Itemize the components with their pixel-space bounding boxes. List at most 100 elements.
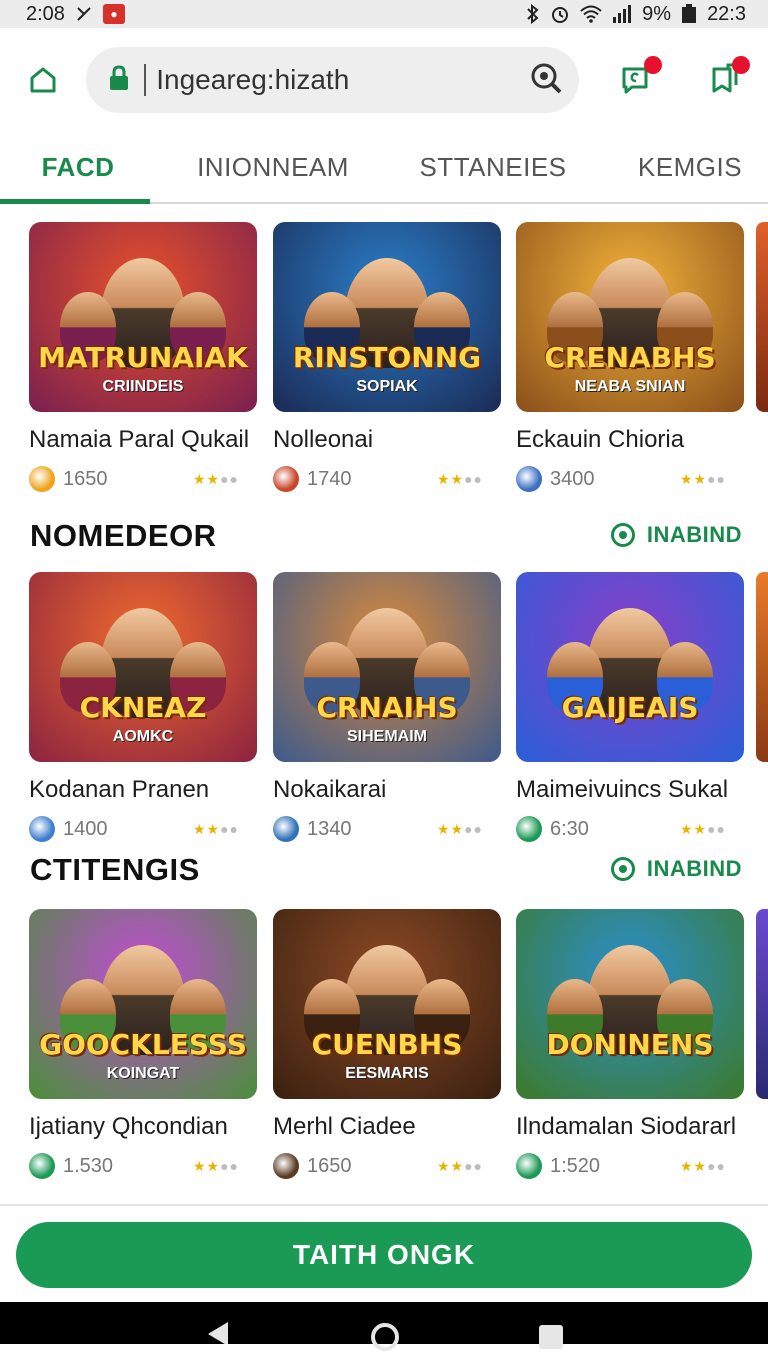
game-logo-subtext: SIHEMAIM bbox=[347, 728, 427, 745]
back-icon[interactable] bbox=[204, 1320, 230, 1349]
game-thumbnail[interactable]: GAIJEAIS bbox=[516, 572, 744, 762]
game-logo-subtext: CRIINDEIS bbox=[102, 378, 184, 395]
play-count: 1340 bbox=[307, 817, 352, 840]
game-meta: 1650 ★★●● bbox=[29, 466, 257, 492]
wifi-icon bbox=[580, 5, 602, 23]
game-title: Namaia Paral Qukail bbox=[29, 426, 250, 453]
game-meta: 1340 ★★●● bbox=[273, 816, 501, 842]
game-title: Kodanan Pranen bbox=[29, 776, 210, 803]
section-title: CTITENGIS bbox=[30, 852, 200, 887]
target-icon bbox=[610, 857, 635, 881]
game-logo-text: CKNEAZ bbox=[79, 691, 207, 724]
primary-cta-button[interactable]: TAITH ONGK bbox=[16, 1222, 752, 1288]
bookmark-button[interactable] bbox=[704, 56, 750, 102]
game-title: Ilndamalan Siodararl bbox=[516, 1113, 737, 1140]
game-card[interactable]: CRNAIHS SIHEMAIM Nokaikarai 1340 ★★●● bbox=[273, 572, 501, 842]
game-card[interactable]: RINSTONNG SOPIAK Nolleonai 1740 ★★●● bbox=[273, 222, 501, 492]
tab-kemgis[interactable]: KEMGIS bbox=[620, 132, 760, 202]
game-thumbnail[interactable]: GOOCKLESSS KOINGAT bbox=[29, 909, 257, 1099]
game-title: Nokaikarai bbox=[273, 776, 387, 803]
section-title: NOMEDEOR bbox=[30, 518, 217, 553]
game-card[interactable]: CRENABHS NEABA SNIAN Eckauin Chioria 3400 ★★… bbox=[516, 222, 744, 492]
play-count: 1.530 bbox=[63, 1154, 114, 1177]
battery-percent: 9% bbox=[642, 2, 672, 25]
recents-icon[interactable] bbox=[538, 1324, 564, 1355]
rating-stars-icon: ★★●● bbox=[679, 470, 726, 487]
bluetooth-icon bbox=[526, 4, 540, 24]
publisher-icon bbox=[29, 466, 55, 492]
rating-stars-icon: ★★●● bbox=[679, 1157, 726, 1174]
url-bar[interactable]: Ingeareg:hizath bbox=[86, 47, 580, 113]
app-notification-icon: ● bbox=[102, 4, 125, 24]
game-logo-subtext: EESMARIS bbox=[345, 1065, 429, 1082]
game-title: Merhl Ciadee bbox=[273, 1113, 416, 1140]
game-thumbnail[interactable]: DONINENS bbox=[516, 909, 744, 1099]
rating-stars-icon: ★★●● bbox=[192, 820, 239, 837]
signal-off-icon bbox=[75, 5, 93, 23]
play-count: 1650 bbox=[63, 467, 108, 490]
publisher-icon bbox=[516, 466, 542, 492]
game-title: Eckauin Chioria bbox=[516, 426, 685, 453]
game-logo-text: DONINENS bbox=[546, 1028, 714, 1061]
section-header: NOMEDEOR INABIND bbox=[0, 518, 768, 558]
game-meta: 1.530 ★★●● bbox=[29, 1153, 257, 1179]
home-nav-icon[interactable] bbox=[370, 1322, 400, 1357]
bookmark-dot bbox=[731, 56, 750, 74]
game-title: Maimeivuincs Sukal bbox=[516, 776, 729, 803]
rating-stars-icon: ★★●● bbox=[436, 820, 483, 837]
game-card[interactable]: CUENBHS EESMARIS Merhl Ciadee 1650 ★★●● bbox=[273, 909, 501, 1179]
publisher-icon bbox=[273, 816, 299, 842]
top-bar: Ingeareg:hizath bbox=[0, 28, 768, 132]
game-card[interactable]: GOOCKLESSS KOINGAT Ijatiany Qhcondian 1.530… bbox=[29, 909, 257, 1179]
status-time: 2:08 bbox=[26, 2, 65, 25]
next-card-peek[interactable] bbox=[756, 572, 768, 762]
game-thumbnail[interactable]: CRENABHS NEABA SNIAN bbox=[516, 222, 744, 412]
game-meta: 1650 ★★●● bbox=[273, 1153, 501, 1179]
section-see-all-link[interactable]: INABIND bbox=[610, 856, 742, 882]
lock-icon bbox=[108, 64, 130, 96]
game-logo-subtext: AOMKC bbox=[112, 728, 174, 745]
game-card[interactable]: GAIJEAIS Maimeivuincs Sukal 6:30 ★★●● bbox=[516, 572, 744, 842]
game-card[interactable]: CKNEAZ AOMKC Kodanan Pranen 1400 ★★●● bbox=[29, 572, 257, 842]
rating-stars-icon: ★★●● bbox=[436, 1157, 483, 1174]
publisher-icon bbox=[516, 1153, 542, 1179]
rating-stars-icon: ★★●● bbox=[436, 470, 483, 487]
notification-button[interactable] bbox=[615, 56, 662, 102]
game-thumbnail[interactable]: CUENBHS EESMARIS bbox=[273, 909, 501, 1099]
game-thumbnail[interactable]: MATRUNAIAK CRIINDEIS bbox=[29, 222, 257, 412]
game-logo-subtext: KOINGAT bbox=[106, 1065, 180, 1082]
alarm-icon bbox=[550, 4, 570, 24]
game-thumbnail[interactable]: CRNAIHS SIHEMAIM bbox=[273, 572, 501, 762]
status-bar: 2:08 ● 9% 22:3 bbox=[0, 0, 768, 28]
game-card[interactable]: MATRUNAIAK CRIINDEIS Namaia Paral Qukail 16… bbox=[29, 222, 257, 492]
game-title: Nolleonai bbox=[273, 426, 374, 453]
game-thumbnail[interactable]: RINSTONNG SOPIAK bbox=[273, 222, 501, 412]
divider bbox=[0, 1204, 768, 1206]
battery-icon bbox=[681, 4, 697, 24]
system-nav-bar bbox=[0, 1302, 768, 1351]
section-see-all-link[interactable]: INABIND bbox=[610, 522, 742, 548]
game-meta: 1400 ★★●● bbox=[29, 816, 257, 842]
play-count: 1:520 bbox=[550, 1154, 601, 1177]
play-count: 3400 bbox=[550, 467, 595, 490]
search-icon[interactable] bbox=[529, 61, 563, 100]
game-logo-subtext: SOPIAK bbox=[356, 378, 418, 395]
active-tab-indicator bbox=[0, 199, 150, 204]
game-logo-text: RINSTONNG bbox=[292, 341, 482, 374]
rating-stars-icon: ★★●● bbox=[192, 470, 239, 487]
tab-facd[interactable]: FACD bbox=[0, 132, 156, 202]
tab-sttaneies[interactable]: STTANEIES bbox=[404, 132, 582, 202]
publisher-icon bbox=[516, 816, 542, 842]
tab-bar: FACD INIONNEAM STTANEIES KEMGIS bbox=[0, 132, 768, 204]
next-card-peek[interactable] bbox=[756, 909, 768, 1099]
tab-inionneam[interactable]: INIONNEAM bbox=[188, 132, 358, 202]
home-icon[interactable] bbox=[22, 58, 64, 102]
url-text[interactable]: Ingeareg:hizath bbox=[144, 64, 529, 96]
game-thumbnail[interactable]: CKNEAZ AOMKC bbox=[29, 572, 257, 762]
rating-stars-icon: ★★●● bbox=[192, 1157, 239, 1174]
game-meta: 3400 ★★●● bbox=[516, 466, 744, 492]
next-card-peek[interactable] bbox=[756, 222, 768, 412]
play-count: 1740 bbox=[307, 467, 352, 490]
game-card[interactable]: DONINENS Ilndamalan Siodararl 1:520 ★★●● bbox=[516, 909, 744, 1179]
publisher-icon bbox=[29, 816, 55, 842]
